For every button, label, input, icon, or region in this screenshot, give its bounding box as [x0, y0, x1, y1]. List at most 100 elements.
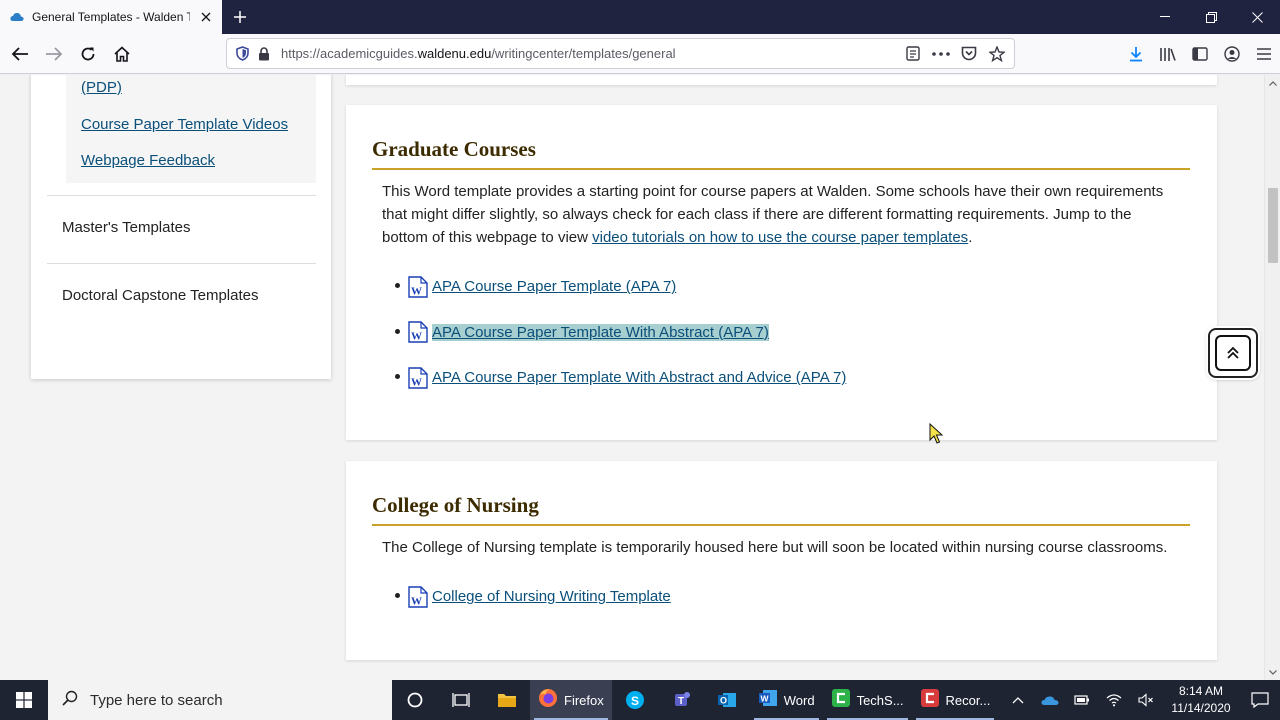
navigation-toolbar: https://academicguides.waldenu.edu/writi…: [0, 34, 1280, 74]
browser-tab[interactable]: General Templates - Walden Te: [0, 0, 222, 34]
home-icon[interactable]: [106, 38, 138, 70]
scroll-to-top-button[interactable]: [1208, 328, 1258, 378]
task-view-icon[interactable]: [438, 680, 484, 720]
word-doc-icon: W: [408, 276, 428, 298]
left-sidebar: (PDP) Course Paper Template Videos Webpa…: [31, 75, 331, 379]
speaker-muted-icon[interactable]: [1130, 680, 1162, 720]
svg-text:S: S: [631, 694, 639, 708]
onedrive-icon[interactable]: [1034, 680, 1066, 720]
video-tutorials-link[interactable]: video tutorials on how to use the course…: [592, 229, 968, 246]
word-doc-icon: W: [408, 321, 428, 343]
word-doc-icon: W: [408, 367, 428, 389]
svg-text:W: W: [411, 285, 422, 297]
word-doc-icon: W: [408, 586, 428, 608]
close-tab-icon[interactable]: [198, 9, 214, 25]
file-explorer-icon[interactable]: [484, 680, 530, 720]
list-item: W APA Course Paper Template With Abstrac…: [395, 310, 846, 356]
lock-icon[interactable]: [253, 43, 275, 65]
firefox-icon: [538, 688, 558, 713]
page-actions-icon[interactable]: [930, 43, 952, 65]
recorder-icon: [920, 688, 940, 713]
sidebar-item-masters-templates[interactable]: Master's Templates: [62, 219, 190, 236]
pocket-icon[interactable]: [958, 43, 980, 65]
college-of-nursing-panel: College of Nursing The College of Nursin…: [346, 461, 1217, 660]
wifi-icon[interactable]: [1098, 680, 1130, 720]
taskbar-app-firefox[interactable]: Firefox: [530, 680, 612, 720]
sidebar-divider: [47, 263, 316, 264]
vertical-scrollbar[interactable]: [1264, 75, 1280, 680]
heading-rule: [372, 168, 1190, 170]
library-icon[interactable]: [1152, 38, 1184, 70]
back-arrow-icon[interactable]: [4, 38, 36, 70]
svg-text:W: W: [411, 331, 422, 343]
taskbar-app-recorder[interactable]: Recor...: [912, 680, 999, 720]
minimize-icon[interactable]: [1142, 0, 1188, 34]
account-icon[interactable]: [1216, 38, 1248, 70]
teams-icon[interactable]: T: [658, 680, 704, 720]
toolbar-right: [1120, 38, 1280, 70]
notifications-icon[interactable]: [1240, 680, 1280, 720]
url-bar[interactable]: https://academicguides.waldenu.edu/writi…: [226, 38, 1015, 69]
downloads-icon[interactable]: [1120, 38, 1152, 70]
browser-tab-bar: General Templates - Walden Te: [0, 0, 1280, 34]
apa-course-paper-template-abstract-link[interactable]: APA Course Paper Template With Abstract …: [432, 323, 769, 341]
cloud-favicon-icon: [10, 10, 24, 24]
svg-text:W: W: [411, 376, 422, 388]
sidebar-link-webpage-feedback[interactable]: Webpage Feedback: [81, 152, 215, 169]
svg-text:W: W: [760, 693, 769, 703]
mouse-cursor-icon: [929, 422, 945, 445]
apa-course-paper-template-abstract-advice-link[interactable]: APA Course Paper Template With Abstract …: [432, 369, 846, 386]
apa-course-paper-template-link[interactable]: APA Course Paper Template (APA 7): [432, 278, 676, 295]
page-viewport: (PDP) Course Paper Template Videos Webpa…: [0, 75, 1264, 680]
search-placeholder: Type here to search: [90, 691, 223, 709]
outlook-icon[interactable]: O: [704, 680, 750, 720]
clock-time: 8:14 AM: [1178, 684, 1224, 698]
sidebar-toggle-icon[interactable]: [1184, 38, 1216, 70]
sidebar-link-course-paper-videos[interactable]: Course Paper Template Videos: [81, 116, 288, 133]
scrollbar-thumb[interactable]: [1268, 188, 1278, 263]
search-icon: [62, 690, 78, 711]
bookmark-star-icon[interactable]: [986, 43, 1008, 65]
windows-start-icon[interactable]: [0, 680, 48, 720]
college-of-nursing-template-link[interactable]: College of Nursing Writing Template: [432, 588, 671, 605]
battery-icon[interactable]: [1066, 680, 1098, 720]
list-item: W College of Nursing Writing Template: [395, 574, 671, 620]
skype-icon[interactable]: S: [612, 680, 658, 720]
template-list: W College of Nursing Writing Template: [395, 574, 671, 620]
sidebar-link-pdp[interactable]: (PDP): [81, 79, 122, 96]
chevron-up-icon[interactable]: [1002, 680, 1034, 720]
heading-rule: [372, 524, 1190, 526]
graduate-courses-panel: Graduate Courses This Word template prov…: [346, 105, 1217, 440]
sidebar-item-doctoral-capstone-templates[interactable]: Doctoral Capstone Templates: [62, 287, 259, 304]
svg-text:W: W: [411, 595, 422, 607]
scroll-down-icon[interactable]: [1265, 664, 1280, 680]
cortana-icon[interactable]: [392, 680, 438, 720]
window-controls: [1142, 0, 1280, 34]
section-heading: Graduate Courses: [372, 137, 536, 161]
taskbar-app-word[interactable]: W Word: [750, 680, 823, 720]
tab-title: General Templates - Walden Te: [32, 10, 190, 24]
svg-text:T: T: [678, 696, 684, 707]
list-item: W APA Course Paper Template With Abstrac…: [395, 355, 846, 401]
taskbar-search-box[interactable]: Type here to search: [48, 680, 392, 720]
section-description: The College of Nursing template is tempo…: [382, 539, 1168, 556]
system-clock[interactable]: 8:14 AM 11/14/2020: [1162, 683, 1240, 717]
tracking-shield-icon[interactable]: [231, 43, 253, 65]
system-tray: 8:14 AM 11/14/2020: [1002, 680, 1280, 720]
close-window-icon[interactable]: [1234, 0, 1280, 34]
reload-icon[interactable]: [72, 38, 104, 70]
restore-icon[interactable]: [1188, 0, 1234, 34]
scroll-to-top-icon: [1215, 335, 1251, 371]
url-text: https://academicguides.waldenu.edu/writi…: [281, 46, 676, 61]
hamburger-menu-icon[interactable]: [1248, 38, 1280, 70]
taskbar-app-techsmith[interactable]: TechS...: [823, 680, 912, 720]
word-app-icon: W: [758, 688, 778, 713]
previous-section-panel: [346, 75, 1217, 85]
scroll-up-icon[interactable]: [1265, 75, 1280, 91]
reader-view-icon[interactable]: [902, 43, 924, 65]
camtasia-icon: [831, 688, 851, 713]
forward-arrow-icon[interactable]: [38, 38, 70, 70]
section-heading: College of Nursing: [372, 493, 539, 517]
new-tab-button[interactable]: [224, 0, 256, 34]
sidebar-divider: [47, 195, 316, 196]
